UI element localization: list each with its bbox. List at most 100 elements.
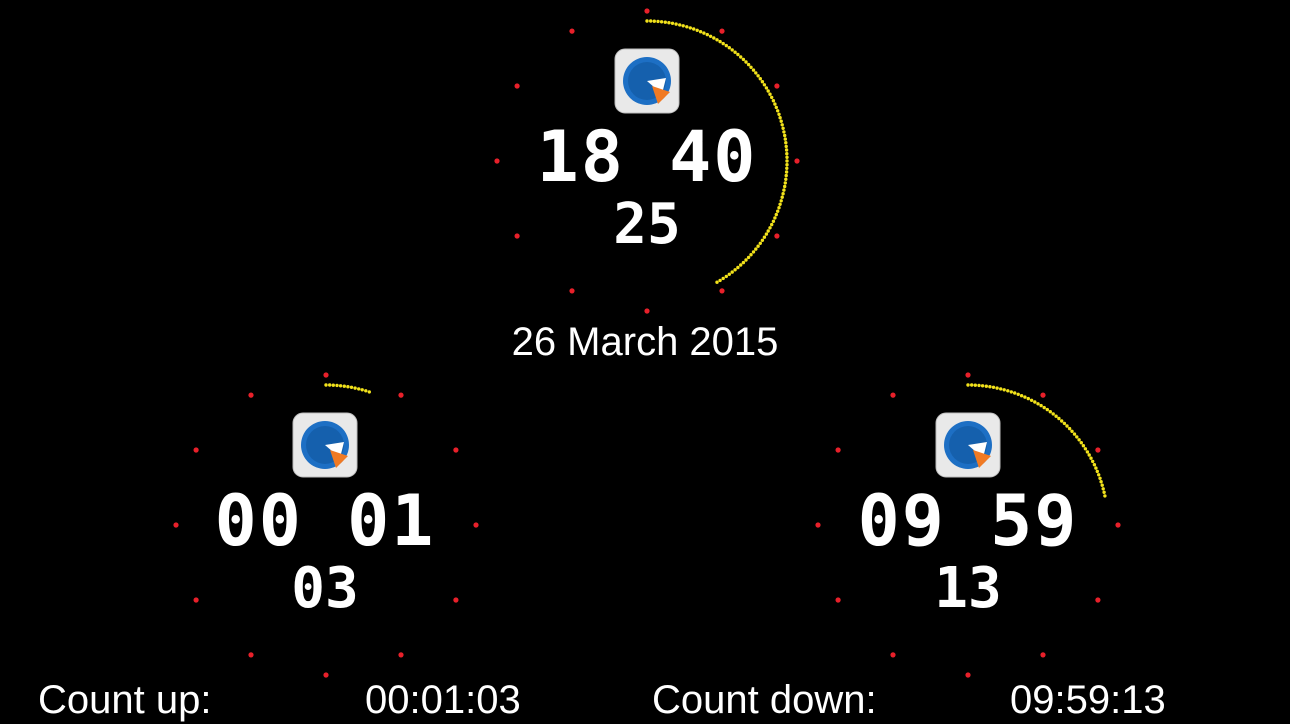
count-down-seconds-dot <box>1016 392 1020 396</box>
count-down-hour-marker <box>890 652 896 658</box>
count-down-seconds-dot <box>999 387 1003 391</box>
clock-main-seconds-dot <box>674 22 678 26</box>
count-up-label: Count up: <box>38 678 212 722</box>
clock-main-hour-marker <box>719 288 725 294</box>
count-up-hour-marker <box>398 652 404 658</box>
clock-main-seconds-dot <box>712 36 716 40</box>
clock-main-seconds-dot <box>721 41 725 46</box>
count-down-seconds-dot <box>991 385 996 389</box>
count-up-hour-marker <box>323 672 329 678</box>
clock-main-hour-marker <box>719 28 725 34</box>
clock-app-icon[interactable] <box>292 412 358 478</box>
count-down-seconds-dot <box>977 383 981 388</box>
clock-main-seconds-dot <box>663 20 667 24</box>
count-up-seconds-dot <box>338 384 343 388</box>
clock-main-seconds-dot <box>708 34 713 38</box>
count-up-seconds-dot <box>324 383 328 387</box>
clock-app-icon[interactable] <box>614 48 680 114</box>
count-down-seconds-dot <box>984 384 988 388</box>
count-down-seconds-dot <box>1026 396 1031 401</box>
count-up-hour-marker <box>248 392 254 398</box>
count-down-seconds-dot <box>970 383 974 387</box>
count-down-seconds-dot <box>1009 390 1013 394</box>
clock-main-seconds-dot <box>692 27 696 31</box>
clock-main-seconds-dot <box>730 270 734 274</box>
clock-main-seconds-dot <box>727 272 731 276</box>
count-up-seconds-dot <box>360 388 364 392</box>
count-up-seconds-dot <box>357 387 361 391</box>
clock-main-seconds-dot <box>649 19 653 23</box>
clock-main-seconds-dot <box>715 280 719 284</box>
count-up-hours-minutes: 00 01 <box>214 480 436 562</box>
count-up-seconds: 03 <box>291 556 359 621</box>
clock-main-hour-marker <box>644 308 650 314</box>
count-down-seconds-dot <box>966 383 970 387</box>
main-clock: 18 40 25 <box>497 48 797 256</box>
date-label: 26 March 2015 <box>511 320 779 364</box>
count-down-clock: 09 59 13 <box>818 412 1118 620</box>
count-up-seconds-dot <box>328 383 332 387</box>
count-down-label: Count down: <box>652 678 877 722</box>
clock-main-seconds-dot <box>741 260 746 265</box>
count-up-seconds-dot <box>335 383 339 388</box>
count-up-hour-marker <box>248 652 254 658</box>
count-down-seconds-dot <box>995 386 999 390</box>
clock-main-hour-marker <box>569 288 575 294</box>
count-up-seconds-dot <box>364 389 368 393</box>
clock-main-seconds-dot <box>645 19 649 23</box>
clock-main-seconds-dot <box>681 24 685 28</box>
count-down-seconds-dot <box>1042 405 1046 410</box>
clock-main-seconds-dot <box>705 32 709 37</box>
clock-main-hour-marker <box>644 8 650 14</box>
clock-widget-screen: 18 40 25 26 March 2015 00 01 03 09 59 13… <box>0 0 1290 724</box>
count-down-hour-marker <box>965 672 971 678</box>
main-clock-hours-minutes: 18 40 <box>536 116 758 198</box>
clock-app-icon[interactable] <box>935 412 1001 478</box>
count-up-hour-marker <box>323 372 329 378</box>
count-up-value: 00:01:03 <box>365 678 521 722</box>
count-down-hour-marker <box>1040 392 1046 398</box>
count-up-seconds-dot <box>342 384 346 388</box>
clock-main-hour-marker <box>569 28 575 34</box>
count-down-seconds-dot <box>980 384 985 388</box>
clock-main-seconds-dot <box>718 278 722 283</box>
clock-main-seconds-dot <box>715 38 719 42</box>
count-down-seconds: 13 <box>934 556 1002 621</box>
count-up-seconds-dot <box>349 385 354 389</box>
clock-main-seconds-dot <box>656 19 660 24</box>
clock-main-seconds-dot <box>678 23 682 27</box>
count-down-seconds-dot <box>1013 391 1017 395</box>
count-down-seconds-dot <box>1029 398 1034 402</box>
count-up-seconds-dot <box>346 385 350 389</box>
clock-main-seconds-dot <box>659 20 664 24</box>
clock-main-seconds-dot <box>739 263 743 267</box>
clock-main-seconds-dot <box>652 19 656 23</box>
count-up-hour-marker <box>398 392 404 398</box>
count-down-hours-minutes: 09 59 <box>857 480 1079 562</box>
count-down-seconds-dot <box>1045 407 1050 412</box>
count-down-seconds-dot <box>988 385 992 389</box>
clock-main-seconds-dot <box>744 258 748 262</box>
clock-main-seconds-dot <box>721 276 725 281</box>
count-down-seconds-dot <box>1023 395 1027 399</box>
clock-main-seconds-dot <box>736 265 740 270</box>
count-down-seconds-dot <box>1002 388 1006 392</box>
count-up-seconds-dot <box>353 386 357 390</box>
clock-main-seconds-dot <box>746 255 751 260</box>
count-down-hour-marker <box>890 392 896 398</box>
clock-main-seconds-dot <box>702 31 706 35</box>
count-down-hour-marker <box>1040 652 1046 658</box>
count-up-seconds-dot <box>331 383 335 387</box>
count-down-seconds-dot <box>973 383 977 387</box>
count-down-value: 09:59:13 <box>1010 678 1166 722</box>
count-down-seconds-dot <box>1019 394 1024 398</box>
clock-main-seconds-dot <box>695 28 699 32</box>
clock-main-seconds-dot <box>688 26 692 30</box>
clock-main-seconds-dot <box>724 274 728 279</box>
clock-main-seconds-dot <box>718 39 722 44</box>
clock-main-seconds-dot <box>698 30 703 34</box>
count-down-hour-marker <box>965 372 971 378</box>
count-down-seconds-dot <box>1033 400 1037 404</box>
clock-main-seconds-dot <box>724 43 728 48</box>
main-clock-seconds: 25 <box>613 192 681 257</box>
